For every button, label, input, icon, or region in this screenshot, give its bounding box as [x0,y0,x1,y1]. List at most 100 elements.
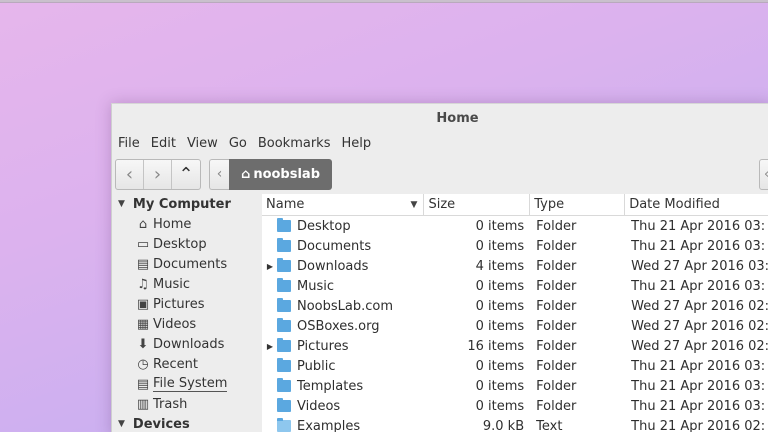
breadcrumb-left-button[interactable]: ‹ [209,158,229,190]
file-date: Thu 21 Apr 2016 03: [631,238,766,254]
file-name: Pictures [297,338,349,354]
sidebar-item-downloads[interactable]: ⬇ Downloads [112,334,262,354]
expand-arrow-icon[interactable]: ▶ [263,262,277,271]
file-type: Folder [536,258,577,274]
table-row[interactable]: OSBoxes.org 0 items Folder Wed 27 Apr 20… [262,316,768,336]
folder-icon [277,298,291,312]
file-type: Folder [536,318,577,334]
file-name: Examples [297,418,361,432]
sidebar-item-pictures[interactable]: ▣ Pictures [112,294,262,314]
file-size: 16 items [467,338,525,354]
folder-icon [277,238,291,252]
home-icon: ⌂ [241,166,251,182]
table-row[interactable]: ▶ Downloads 4 items Folder Wed 27 Apr 201… [262,256,768,276]
documents-icon: ▤ [136,256,150,272]
folder-icon [277,358,291,372]
file-date: Wed 27 Apr 2016 03: [631,258,768,274]
menu-file[interactable]: File [118,136,140,151]
table-row[interactable]: Public 0 items Folder Thu 21 Apr 2016 03… [262,356,768,376]
file-type: Folder [536,298,577,314]
file-name: Public [297,358,336,374]
sidebar-item-label: Music [153,276,190,292]
table-row[interactable]: Documents 0 items Folder Thu 21 Apr 2016… [262,236,768,256]
chevron-left-icon: ‹ [764,167,768,182]
file-size: 0 items [475,358,525,374]
column-header-date-modified[interactable]: Date Modified [625,194,768,215]
file-date: Wed 27 Apr 2016 02: [631,318,768,334]
menu-help[interactable]: Help [341,136,371,151]
sidebar-item-videos[interactable]: ▦ Videos [112,314,262,334]
table-row[interactable]: NoobsLab.com 0 items Folder Wed 27 Apr 2… [262,296,768,316]
column-header-label: Type [534,197,565,212]
headphones-icon: ♫ [137,276,149,292]
column-header: Name ▼ Size Type Date Modified [262,194,768,216]
file-size: 0 items [475,398,525,414]
column-header-name[interactable]: Name ▼ [262,194,425,215]
file-size: 0 items [475,318,525,334]
menu-go[interactable]: Go [229,136,247,151]
trash-icon: ▥ [136,396,150,412]
camera-icon: ▣ [136,296,150,312]
sidebar-item-label: Downloads [153,336,225,352]
column-header-size[interactable]: Size [424,194,531,215]
menu-view[interactable]: View [187,136,218,151]
folder-icon [277,398,291,412]
table-row[interactable]: Music 0 items Folder Thu 21 Apr 2016 03: [262,276,768,296]
expand-triangle-icon: ▼ [118,419,125,429]
sidebar-item-label: Videos [153,316,197,332]
file-type: Folder [536,338,577,354]
drive-icon: ▤ [136,376,150,392]
folder-icon [277,218,291,232]
sidebar-item-desktop[interactable]: ▭ Desktop [112,234,262,254]
sidebar-item-home[interactable]: ⌂ Home [112,214,262,234]
view-toggle-button[interactable]: ‹ [759,159,768,190]
table-row[interactable]: Templates 0 items Folder Thu 21 Apr 2016… [262,376,768,396]
file-list: Name ▼ Size Type Date Modified Desktop 0… [262,194,768,432]
file-date: Thu 21 Apr 2016 03: [631,218,766,234]
breadcrumb-home-label: noobslab [253,166,321,182]
file-name: Templates [297,378,364,394]
expand-arrow-icon[interactable]: ▶ [263,342,277,351]
file-type: Folder [536,358,577,374]
back-arrow-icon: ‹ [125,163,134,185]
menu-bar: File Edit View Go Bookmarks Help [112,132,768,154]
up-button[interactable]: ⌃ [172,160,200,189]
file-name: Documents [297,238,372,254]
sidebar-item-label: Documents [153,256,228,272]
folder-icon [277,258,291,272]
table-row[interactable]: Examples 9.0 kB Text Thu 21 Apr 2016 02: [262,416,768,432]
breadcrumb-home[interactable]: ⌂ noobslab [229,158,333,190]
file-date: Thu 21 Apr 2016 03: [631,378,766,394]
file-type: Folder [536,278,577,294]
sidebar-item-trash[interactable]: ▥ Trash [112,394,262,414]
sidebar-item-documents[interactable]: ▤ Documents [112,254,262,274]
file-size: 0 items [475,278,525,294]
clock-icon: ◷ [137,356,149,372]
file-size: 0 items [475,298,525,314]
sidebar-item-file-system[interactable]: ▤ File System [112,374,262,394]
navigation-buttons: ‹ › ⌃ [115,158,201,190]
file-name: Desktop [297,218,351,234]
column-header-type[interactable]: Type [530,194,626,215]
sidebar-section-devices[interactable]: ▼ Devices [112,414,262,432]
sidebar-item-music[interactable]: ♫ Music [112,274,262,294]
file-date: Wed 27 Apr 2016 02: [631,298,768,314]
column-header-label: Date Modified [629,197,720,212]
file-type: Folder [536,238,577,254]
menu-edit[interactable]: Edit [151,136,176,151]
sidebar-section-label: Devices [132,416,190,432]
expand-triangle-icon: ▼ [118,199,125,209]
file-name: NoobsLab.com [297,298,394,314]
forward-button[interactable]: › [144,159,172,189]
sidebar-section-my-computer[interactable]: ▼ My Computer [112,194,262,214]
table-row[interactable]: Videos 0 items Folder Thu 21 Apr 2016 03… [262,396,768,416]
table-row[interactable]: ▶ Pictures 16 items Folder Wed 27 Apr 201… [262,336,768,356]
title-bar[interactable]: Home [112,104,768,132]
table-row[interactable]: Desktop 0 items Folder Thu 21 Apr 2016 0… [262,216,768,236]
toolbar: ‹ › ⌃ ‹ ⌂ noobslab ‹ [112,154,768,194]
folder-icon [277,378,291,392]
menu-bookmarks[interactable]: Bookmarks [258,136,331,151]
sidebar-item-recent[interactable]: ◷ Recent [112,354,262,374]
sidebar-item-label: Trash [153,396,188,412]
back-button[interactable]: ‹ [116,159,144,189]
